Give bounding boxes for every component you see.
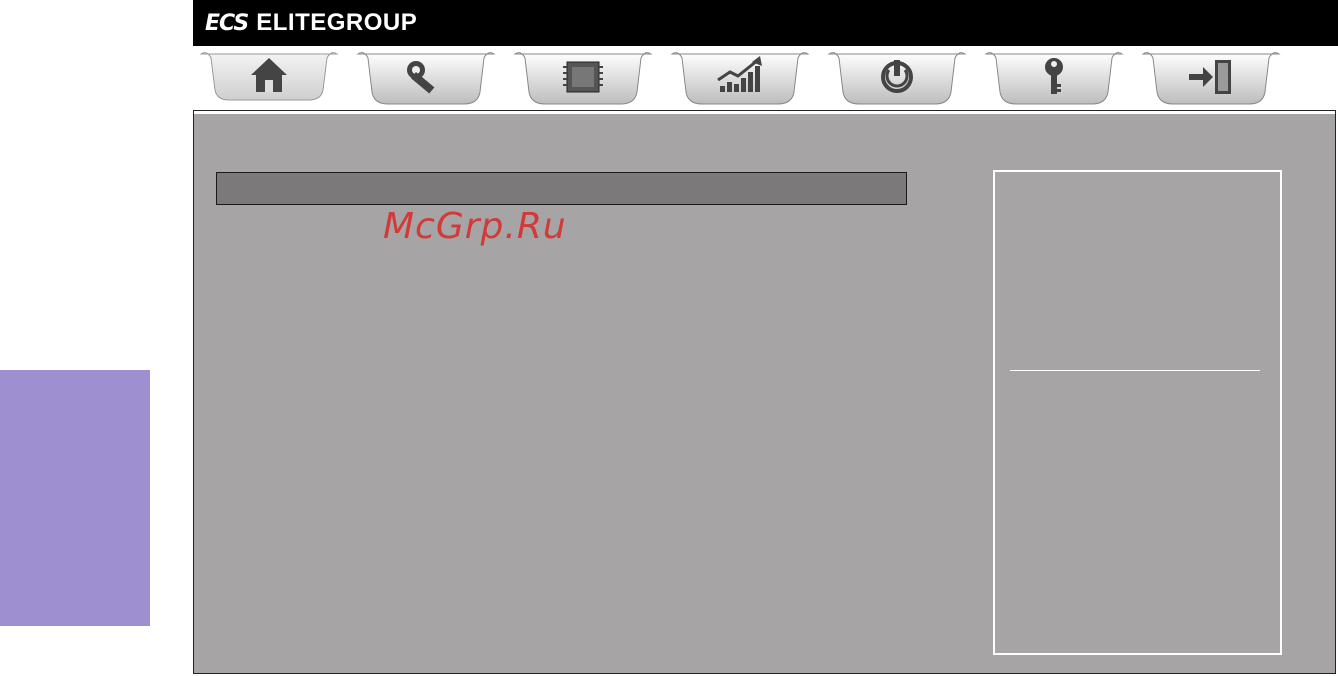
side-tab-marker xyxy=(0,370,150,626)
setup-content-panel xyxy=(193,110,1336,674)
brand-name: ELITEGROUP xyxy=(256,9,418,36)
help-divider xyxy=(1010,370,1260,371)
tab-advanced[interactable] xyxy=(356,50,496,106)
tab-exit[interactable] xyxy=(1141,50,1281,106)
tab-chipset[interactable] xyxy=(513,50,653,106)
header-bar: ECS ELITEGROUP xyxy=(193,0,1338,46)
tab-main[interactable] xyxy=(199,50,339,106)
section-title-bar xyxy=(216,172,907,205)
tab-boot[interactable] xyxy=(827,50,967,106)
tab-security[interactable] xyxy=(984,50,1124,106)
help-panel xyxy=(993,170,1282,655)
main-tab-bar xyxy=(193,46,1338,110)
brand-logo: ECS ELITEGROUP xyxy=(205,6,417,40)
power-icon xyxy=(881,60,913,93)
tab-performance[interactable] xyxy=(670,50,810,106)
watermark-text: McGrp.Ru xyxy=(383,206,567,247)
chip-icon xyxy=(563,61,603,93)
brand-mark: ECS xyxy=(205,10,249,36)
